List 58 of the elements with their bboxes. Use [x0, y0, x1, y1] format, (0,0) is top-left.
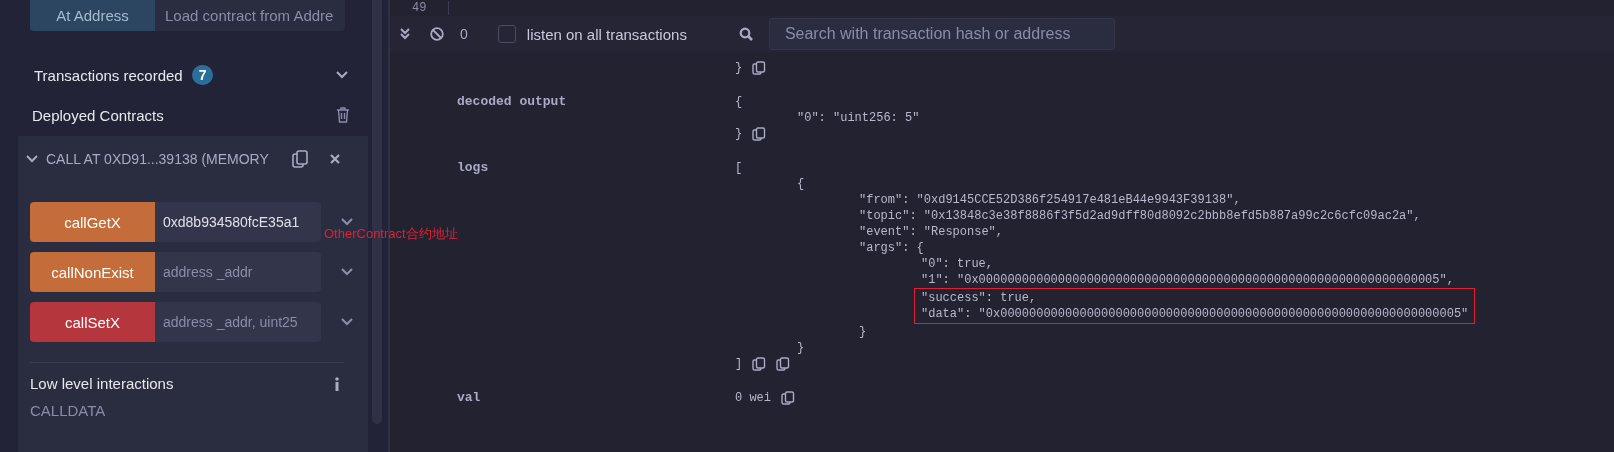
json-line: {: [797, 176, 805, 192]
json-line: "1": "0x0000000000000000000000000000000000000000000000000000000000000005",: [921, 272, 1454, 288]
json-line: }: [859, 324, 867, 340]
json-line: 0 wei: [735, 390, 771, 406]
json-line: "args": {: [859, 240, 924, 256]
json-line: "success": true,: [921, 290, 1037, 306]
deployed-contracts-title: Deployed Contracts: [32, 106, 164, 124]
row-label: logs: [457, 160, 489, 175]
search-field[interactable]: Search with transaction hash or address: [768, 18, 1115, 50]
clear-icon[interactable]: [430, 27, 444, 41]
chevron-icon[interactable]: [341, 218, 353, 226]
json-line: {: [735, 94, 743, 110]
json-line: ]: [735, 356, 743, 372]
json-line: }: [797, 340, 805, 356]
json-line: "0": true,: [921, 256, 993, 272]
copy-icon[interactable]: [292, 150, 308, 168]
argument-input[interactable]: 0xd8b934580fcE35a1: [155, 202, 321, 242]
copy-icon[interactable]: [752, 61, 767, 75]
low-level-title: Low level interactions: [30, 375, 174, 392]
argument-input[interactable]: address _addr, uint25: [155, 302, 321, 342]
argument-input[interactable]: address _addr: [155, 252, 321, 292]
chevron-icon[interactable]: [341, 268, 353, 276]
listen-checkbox[interactable]: [497, 25, 516, 43]
json-line: [: [735, 160, 743, 176]
json-line: }: [735, 60, 743, 76]
json-line: "0": "uint256: 5": [797, 110, 920, 126]
json-line: "event": "Response",: [859, 224, 1004, 240]
pending-count: 0: [460, 26, 468, 42]
json-line: }: [735, 126, 743, 142]
calldata-label: CALLDATA: [30, 402, 107, 419]
double-chevron-icon[interactable]: [400, 28, 410, 40]
transactions-label: Transactions recorded: [34, 66, 183, 84]
copy-icon[interactable]: [781, 391, 795, 405]
at-address-button[interactable]: At Address: [30, 0, 155, 31]
address-input[interactable]: Load contract from Addre: [155, 0, 345, 31]
chevron-icon[interactable]: [336, 71, 348, 79]
json-line: "topic": "0x13848c3e38f8886f3f5d2ad9dff80d8092c2bbb8efd5b887a99c2c6cfc09ac2a",: [859, 208, 1421, 224]
function-button[interactable]: callGetX: [30, 202, 155, 242]
copy-icon[interactable]: [752, 357, 767, 371]
count-badge: 7: [191, 65, 214, 85]
close-icon[interactable]: [330, 154, 340, 164]
copy-icon[interactable]: [776, 357, 791, 371]
trash-icon[interactable]: [336, 107, 350, 123]
copy-icon[interactable]: [752, 127, 767, 141]
function-button[interactable]: callSetX: [30, 302, 155, 342]
line-number: 49: [412, 1, 449, 15]
info-icon[interactable]: [334, 376, 340, 391]
chevron-icon[interactable]: [26, 155, 38, 163]
row-label: val: [457, 390, 481, 405]
listen-label: listen on all transactions: [526, 25, 687, 43]
function-button[interactable]: callNonExist: [30, 252, 155, 292]
json-line: "data": "0x0000000000000000000000000000000000000000000000000000000000000005": [921, 306, 1469, 322]
contract-title[interactable]: CALL AT 0XD91...39138 (MEMORY: [46, 151, 284, 167]
json-line: "from": "0xd9145CCE52D386f254917e481eB44e9943F39138",: [859, 192, 1241, 208]
chevron-icon[interactable]: [341, 318, 353, 326]
search-icon[interactable]: [738, 27, 753, 41]
annotation-text: OtherContract合约地址: [324, 225, 458, 243]
row-label: decoded output: [457, 94, 567, 109]
